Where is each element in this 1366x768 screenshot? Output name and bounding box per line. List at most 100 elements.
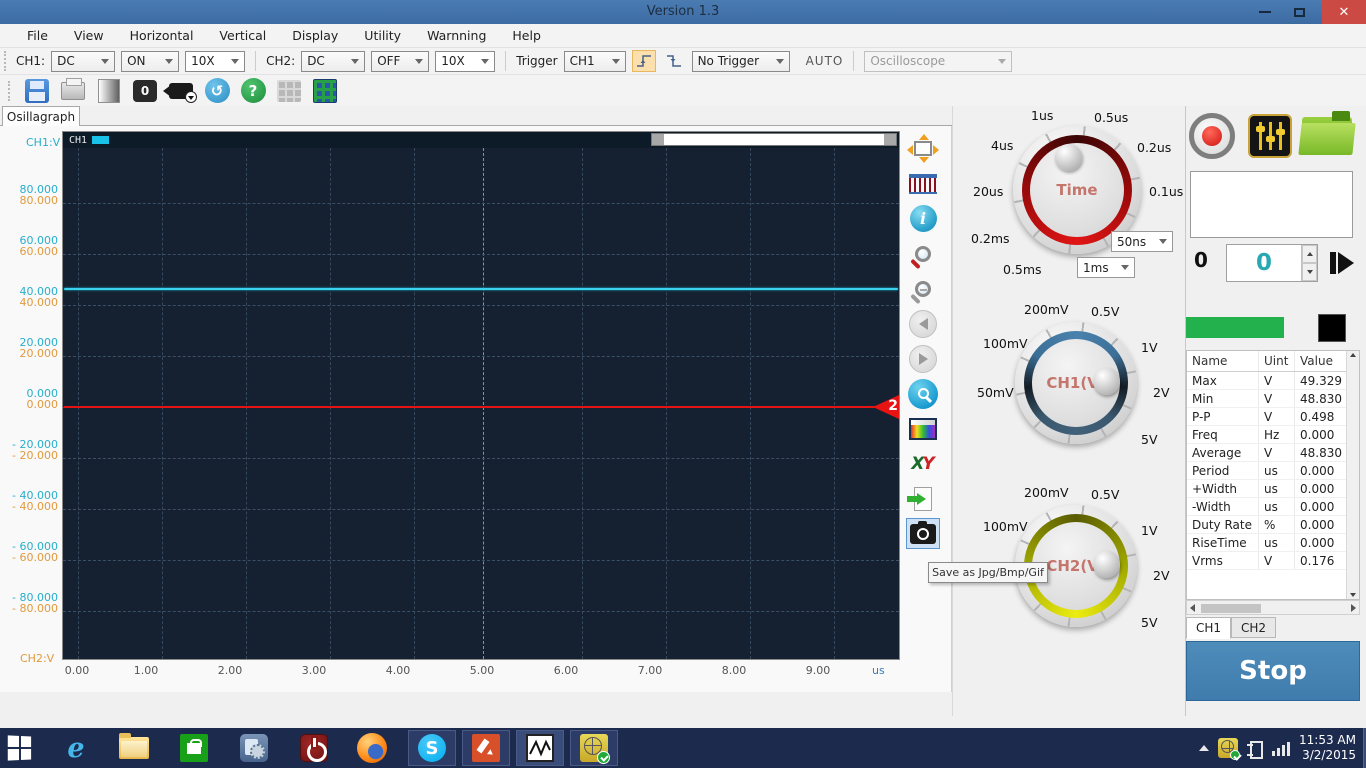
taskbar-network-app[interactable] (570, 730, 618, 766)
taskbar-skype[interactable]: S (408, 730, 456, 766)
grid-on-button[interactable] (312, 78, 338, 104)
taskbar-ie[interactable]: e (56, 730, 96, 766)
maximize-button[interactable] (1284, 0, 1314, 24)
ch1-probe-select[interactable]: 10X (185, 51, 245, 72)
table-row[interactable]: RiseTimeus0.000 (1187, 534, 1359, 552)
background-gradient-button[interactable] (96, 78, 122, 104)
scroll-left-icon[interactable] (1190, 604, 1195, 612)
taskbar-firefox[interactable] (352, 730, 392, 766)
minimize-button[interactable] (1250, 0, 1280, 24)
record-list-box[interactable] (1190, 171, 1353, 238)
frame-spinner[interactable]: 0 (1226, 244, 1318, 282)
menu-display[interactable]: Display (279, 24, 351, 48)
zoom-tool-button[interactable] (906, 378, 940, 409)
table-row[interactable]: Periodus0.000 (1187, 462, 1359, 480)
taskbar-clock[interactable]: 11:53 AM 3/2/2015 (1299, 733, 1362, 763)
spinner-up-button[interactable] (1302, 245, 1317, 263)
menu-vertical[interactable]: Vertical (206, 24, 279, 48)
counter-reset-button[interactable]: 0 (132, 78, 158, 104)
refresh-button[interactable]: ↺ (204, 78, 230, 104)
table-row[interactable]: Duty Rate%0.000 (1187, 516, 1359, 534)
ch2-probe-select[interactable]: 10X (435, 51, 495, 72)
print-button[interactable] (60, 78, 86, 104)
scrollbar-thumb[interactable] (652, 134, 664, 145)
ch2-coupling-select[interactable]: DC (301, 51, 365, 72)
save-button[interactable] (24, 78, 50, 104)
ch1-display-select[interactable]: ON (121, 51, 179, 72)
close-button[interactable]: ✕ (1322, 0, 1366, 24)
color-preview-swatch[interactable] (1318, 314, 1346, 342)
tray-signal-icon[interactable] (1272, 740, 1290, 756)
trigger-type-select[interactable]: No Trigger (692, 51, 790, 72)
scrollbar-thumb[interactable] (1201, 604, 1261, 613)
horizontal-position-scrollbar[interactable] (651, 133, 897, 146)
start-button[interactable] (0, 730, 40, 766)
help-button[interactable]: ? (240, 78, 266, 104)
redo-view-button[interactable] (906, 343, 940, 374)
tab-ch2[interactable]: CH2 (1231, 617, 1276, 638)
menu-warning[interactable]: Warnning (414, 24, 499, 48)
cursor-measure-button[interactable] (906, 168, 940, 199)
table-row[interactable]: VrmsV0.176 (1187, 552, 1359, 570)
rising-edge-button[interactable] (632, 50, 656, 72)
scrollbar-track[interactable] (664, 134, 884, 145)
zoom-out-button[interactable] (906, 273, 940, 304)
spinner-down-button[interactable] (1302, 263, 1317, 281)
power-icon (300, 734, 328, 762)
table-row[interactable]: FreqHz0.000 (1187, 426, 1359, 444)
menu-view[interactable]: View (61, 24, 117, 48)
device-select[interactable]: Oscilloscope (864, 51, 1012, 72)
menu-file[interactable]: File (14, 24, 61, 48)
table-row[interactable]: MinV48.830 (1187, 390, 1359, 408)
open-folder-button[interactable] (1300, 111, 1354, 159)
taskbar-pen-app[interactable] (462, 730, 510, 766)
color-settings-button[interactable] (906, 413, 940, 444)
scroll-right-icon[interactable] (1351, 604, 1356, 612)
undo-view-button[interactable] (906, 308, 940, 339)
record-button[interactable] (1189, 113, 1235, 159)
table-row[interactable]: AverageV48.830 (1187, 444, 1359, 462)
waveform-plot[interactable]: CH1 2 (62, 131, 900, 660)
ch2-position-marker[interactable]: 2 (873, 395, 899, 419)
menu-help[interactable]: Help (499, 24, 554, 48)
menu-horizontal[interactable]: Horizontal (117, 24, 207, 48)
tray-network-icon[interactable] (1218, 738, 1238, 758)
pan-button[interactable] (906, 133, 940, 164)
menu-utility[interactable]: Utility (351, 24, 414, 48)
scroll-down-icon[interactable] (1350, 593, 1356, 597)
time-select-1ms[interactable]: 1ms (1077, 257, 1135, 278)
ch1-coupling-select[interactable]: DC (51, 51, 115, 72)
table-horizontal-scrollbar[interactable] (1186, 600, 1360, 615)
table-row[interactable]: P-PV0.498 (1187, 408, 1359, 426)
save-image-button[interactable] (906, 518, 940, 549)
tray-expand-icon[interactable] (1199, 745, 1209, 751)
settings-equalizer-button[interactable] (1248, 114, 1292, 158)
tray-power-plug-icon[interactable] (1247, 739, 1263, 757)
record-video-button[interactable] (168, 78, 194, 104)
table-row[interactable]: MaxV49.329 (1187, 372, 1359, 390)
xy-mode-button[interactable]: XY (906, 448, 940, 479)
tab-ch1[interactable]: CH1 (1186, 617, 1231, 639)
taskbar-store[interactable] (174, 730, 214, 766)
table-vertical-scrollbar[interactable] (1346, 351, 1359, 599)
export-data-button[interactable] (906, 483, 940, 514)
info-button[interactable]: i (906, 203, 940, 234)
ch2-display-select[interactable]: OFF (371, 51, 429, 72)
y-tick-n80: - 80.000- 80.000 (0, 592, 58, 614)
table-row[interactable]: +Widthus0.000 (1187, 480, 1359, 498)
taskbar-settings-app[interactable] (234, 730, 274, 766)
taskbar-file-explorer[interactable] (114, 730, 154, 766)
trigger-source-select[interactable]: CH1 (564, 51, 626, 72)
taskbar-power-app[interactable] (294, 730, 334, 766)
taskbar-oscilloscope-app[interactable] (516, 730, 564, 766)
tab-osillagraph[interactable]: Osillagraph (2, 106, 80, 126)
stop-button[interactable]: Stop (1186, 641, 1360, 701)
falling-edge-button[interactable] (662, 50, 686, 72)
table-row[interactable]: -Widthus0.000 (1187, 498, 1359, 516)
grid-off-button[interactable] (276, 78, 302, 104)
ch1-knob[interactable]: CH1(V) (1015, 322, 1137, 444)
scroll-up-icon[interactable] (1350, 353, 1356, 357)
zoom-in-button[interactable] (906, 238, 940, 269)
step-play-button[interactable] (1330, 252, 1356, 274)
time-select-50ns[interactable]: 50ns (1111, 231, 1173, 252)
